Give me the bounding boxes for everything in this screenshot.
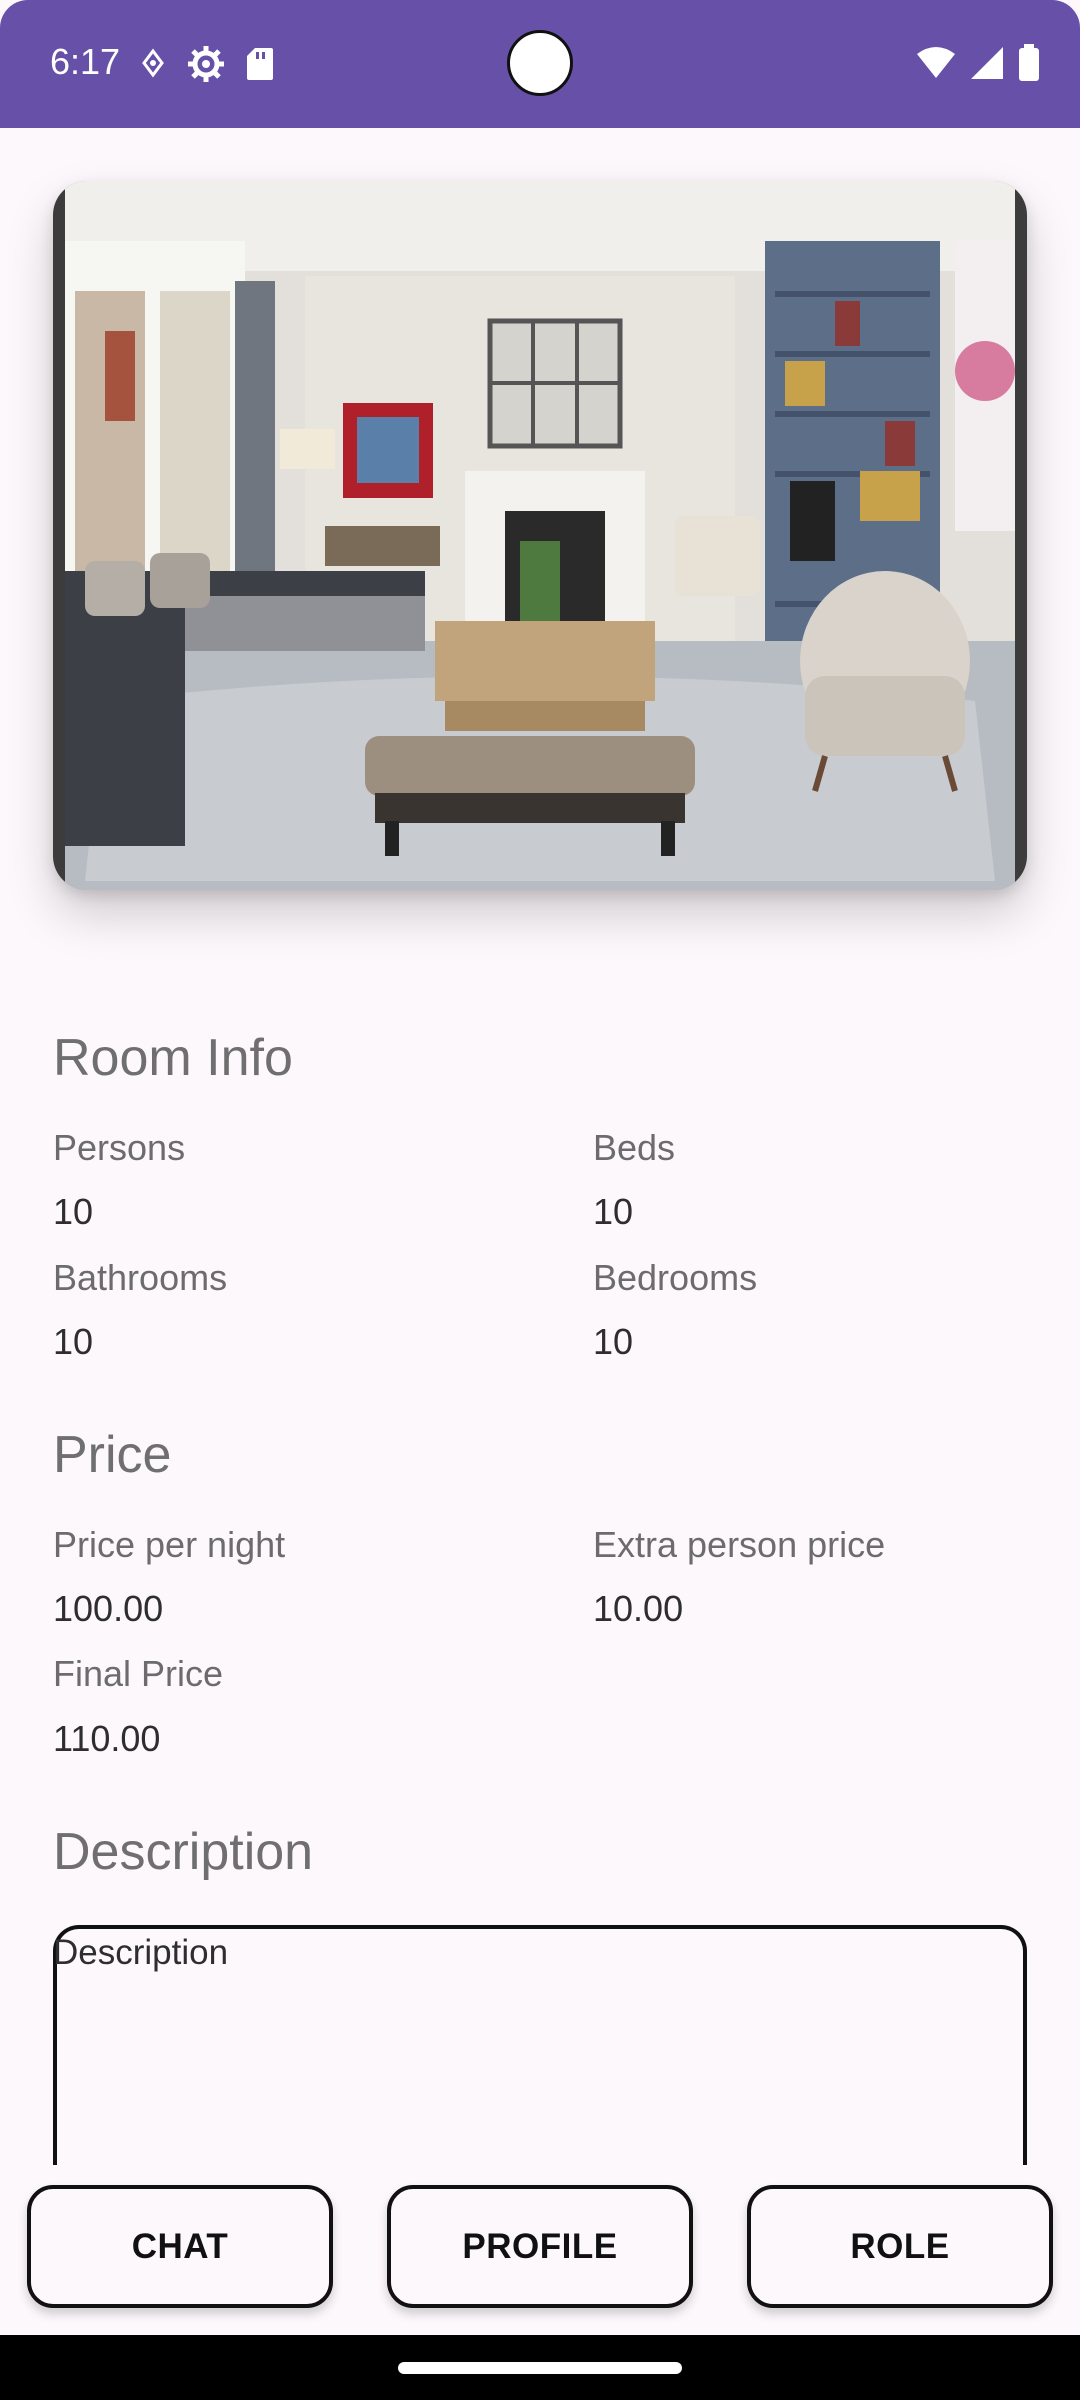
final-price-value: 110.00	[53, 1718, 161, 1759]
persons-label: Persons	[53, 1127, 186, 1168]
battery-icon	[1018, 44, 1040, 87]
extra-person-price-label: Extra person price	[593, 1524, 886, 1565]
home-gesture-handle[interactable]	[398, 2362, 682, 2374]
beds-value: 10	[593, 1191, 634, 1232]
sd-card-icon	[246, 46, 274, 87]
cell-signal-icon	[970, 46, 1004, 85]
room-photo	[53, 181, 1027, 890]
profile-button[interactable]: PROFILE	[387, 2185, 693, 2308]
status-icons-right	[916, 44, 1040, 87]
bedrooms-label: Bedrooms	[593, 1257, 758, 1298]
chat-button[interactable]: CHAT	[27, 2185, 333, 2308]
camera-cutout	[507, 30, 573, 96]
settings-gear-icon	[186, 44, 226, 89]
final-price-label: Final Price	[53, 1653, 224, 1694]
description-placeholder: Description	[53, 1933, 229, 1972]
extra-person-price-value: 10.00	[593, 1588, 684, 1629]
data-saver-icon	[140, 47, 166, 86]
price-per-night-value: 100.00	[53, 1588, 164, 1629]
status-time: 6:17	[50, 41, 121, 82]
price-title: Price	[53, 1426, 172, 1484]
persons-value: 10	[53, 1191, 94, 1232]
bedrooms-value: 10	[593, 1321, 634, 1362]
wifi-icon	[916, 46, 956, 85]
bathrooms-value: 10	[53, 1321, 94, 1362]
role-button[interactable]: ROLE	[747, 2185, 1053, 2308]
room-info-title: Room Info	[53, 1029, 293, 1087]
status-bar: 6:17	[0, 0, 1080, 128]
price-per-night-label: Price per night	[53, 1524, 286, 1565]
beds-label: Beds	[593, 1127, 676, 1168]
bathrooms-label: Bathrooms	[53, 1257, 228, 1298]
status-icons-left	[140, 44, 274, 89]
description-title: Description	[53, 1823, 314, 1881]
living-room-photo	[65, 181, 1015, 890]
